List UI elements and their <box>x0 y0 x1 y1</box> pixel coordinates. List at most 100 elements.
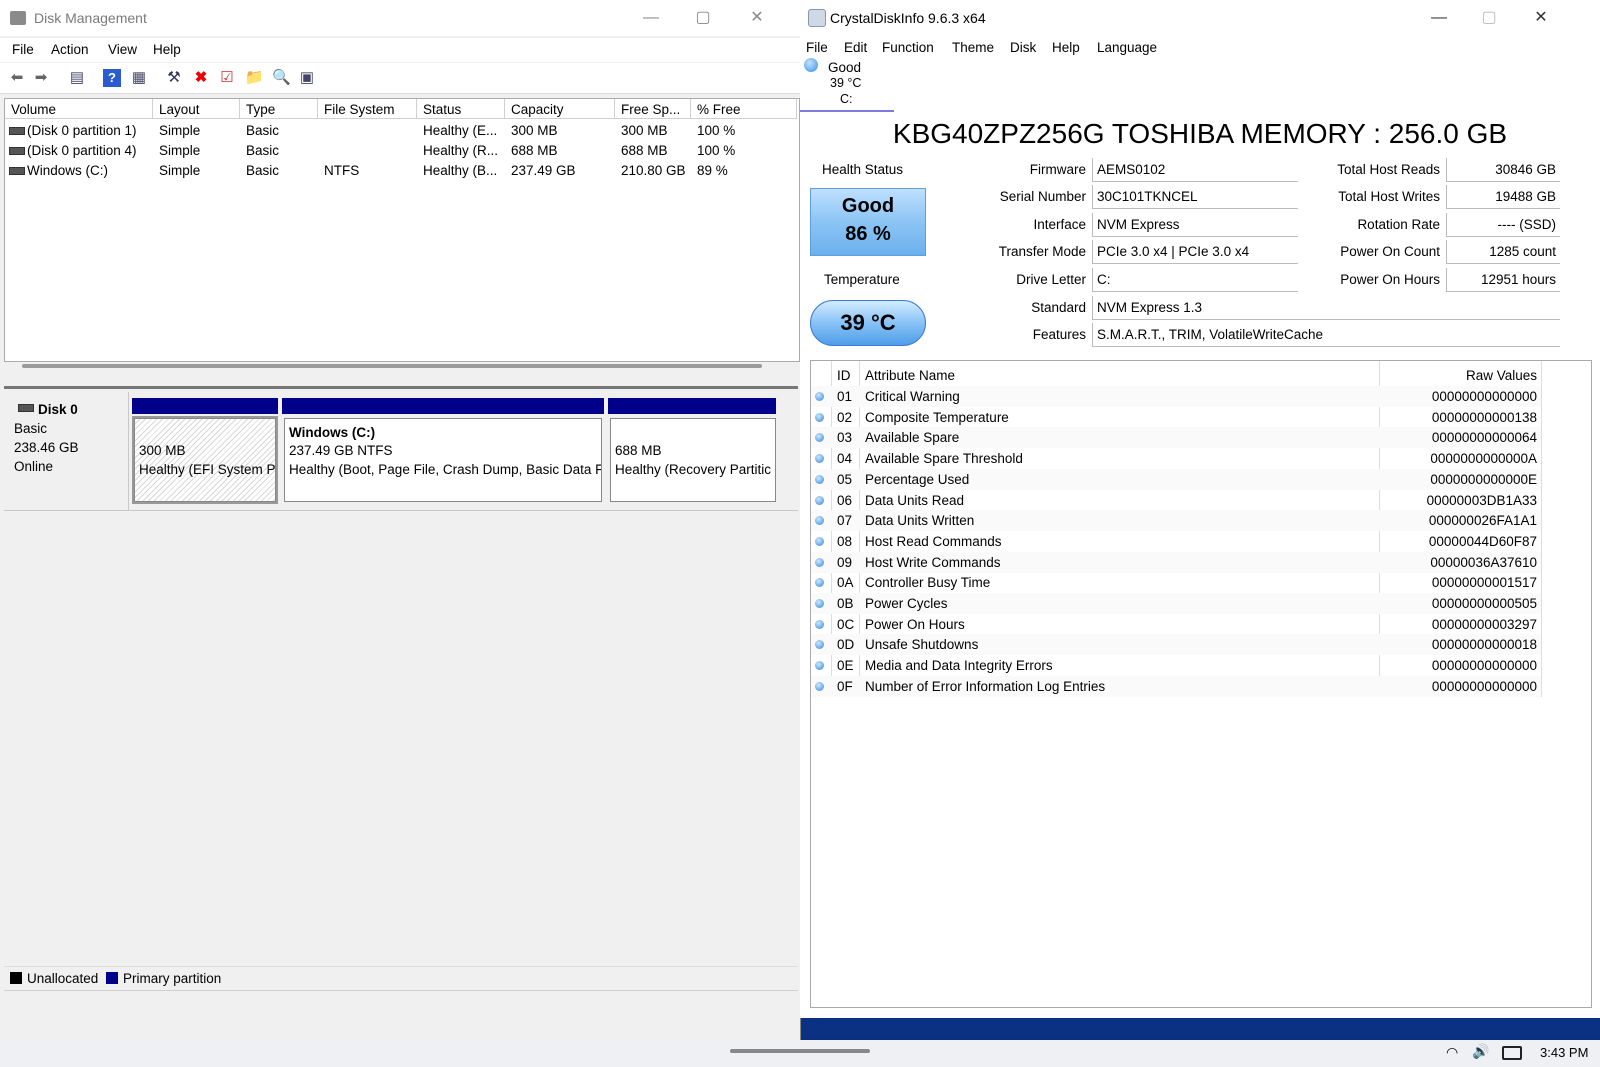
cdi-menu-help[interactable]: Help <box>1052 40 1080 55</box>
table-row[interactable]: 01 Critical Warning 00000000000000 <box>811 386 1541 407</box>
row-percent-free: 100 % <box>697 123 736 138</box>
dm-minimize-button[interactable]: — <box>628 4 674 32</box>
col-file-system[interactable]: File System <box>318 99 417 119</box>
snap-layout-handle[interactable] <box>730 1049 870 1053</box>
cdi-menu-theme[interactable]: Theme <box>952 40 994 55</box>
table-row[interactable]: 04 Available Spare Threshold 0000000000000… <box>811 448 1541 469</box>
help-icon[interactable]: ? <box>103 69 121 87</box>
partition-recovery[interactable]: 688 MB Healthy (Recovery Partitic <box>610 418 776 502</box>
cdi-minimize-button[interactable]: — <box>1416 4 1462 32</box>
partition-color-bar <box>282 398 604 414</box>
folder-up-icon[interactable]: 📁 <box>245 69 264 87</box>
table-row[interactable]: 06 Data Units Read 00000003DB1A33 <box>811 490 1541 511</box>
horizontal-scrollbar[interactable] <box>22 364 762 368</box>
pane-splitter[interactable] <box>4 386 798 389</box>
table-row[interactable]: 0B Power Cycles 00000000000505 <box>811 593 1541 614</box>
health-status-indicator[interactable]: Good 86 % <box>810 188 926 256</box>
checklist-icon[interactable]: ☑ <box>218 69 236 87</box>
drive-letter-label: Drive Letter <box>1016 272 1086 287</box>
smart-name: Controller Busy Time <box>865 575 991 591</box>
table-row[interactable]: 03 Available Spare 00000000000064 <box>811 427 1541 449</box>
temperature-indicator[interactable]: 39 °C <box>810 300 926 346</box>
cdi-menubar: File Edit Function Theme Disk Help Langu… <box>800 36 1600 58</box>
partition-status: Healthy (Recovery Partitic <box>615 462 772 477</box>
table-row[interactable]: 0E Media and Data Integrity Errors 0000000… <box>811 655 1541 676</box>
dm-menubar: File Action View Help <box>0 38 800 62</box>
dm-titlebar[interactable]: Disk Management — ▢ ✕ <box>0 0 800 36</box>
power-on-hours-value: 12951 hours <box>1446 268 1560 292</box>
col-capacity[interactable]: Capacity <box>505 99 615 119</box>
folder-search-icon[interactable]: 🔍 <box>272 69 291 87</box>
col-status[interactable]: Status <box>417 99 505 119</box>
cdi-menu-language[interactable]: Language <box>1097 40 1157 55</box>
connect-drive-icon[interactable]: ⚒ <box>165 69 183 87</box>
rotation-rate-value: ---- (SSD) <box>1446 213 1560 237</box>
cdi-menu-function[interactable]: Function <box>882 40 934 55</box>
disk-management-app-icon <box>10 11 26 25</box>
smart-status-dot-icon <box>815 536 824 546</box>
health-status-dot-icon <box>804 58 818 72</box>
dm-close-button[interactable]: ✕ <box>734 4 780 32</box>
total-host-writes-label: Total Host Writes <box>1338 189 1440 204</box>
smart-col-raw[interactable]: Raw Values <box>1381 365 1537 386</box>
forward-arrow-icon[interactable]: ➡ <box>32 69 50 87</box>
col-volume[interactable]: Volume <box>5 99 153 119</box>
cdi-menu-file[interactable]: File <box>806 40 828 55</box>
smart-header-row: ID Attribute Name Raw Values <box>811 365 1541 386</box>
wifi-icon[interactable]: ◠ <box>1446 1044 1458 1061</box>
properties-list-icon[interactable]: ▦ <box>130 69 148 87</box>
table-row[interactable]: 05 Percentage Used 0000000000000E <box>811 468 1541 490</box>
back-arrow-icon[interactable]: ⬅ <box>8 69 26 87</box>
delete-icon[interactable]: ✖ <box>192 69 210 87</box>
dm-menu-help[interactable]: Help <box>153 42 181 57</box>
battery-icon[interactable] <box>1502 1046 1522 1060</box>
table-row[interactable]: 07 Data Units Written 000000026FA1A1 <box>811 510 1541 532</box>
partition-windows[interactable]: Windows (C:) 237.49 GB NTFS Healthy (Boo… <box>284 418 602 502</box>
smart-status-dot-icon <box>815 516 824 526</box>
table-row[interactable]: 0C Power On Hours 00000000003297 <box>811 614 1541 635</box>
table-row[interactable]: (Disk 0 partition 1) Simple Basic Health… <box>5 121 797 141</box>
volume-list[interactable]: Volume Layout Type File System Status Ca… <box>4 98 800 362</box>
row-type: Basic <box>246 143 280 158</box>
col-free-space[interactable]: Free Sp... <box>615 99 691 119</box>
smart-name: Unsafe Shutdowns <box>865 637 979 653</box>
speaker-icon[interactable]: 🔊 <box>1472 1043 1489 1060</box>
smart-name: Host Write Commands <box>865 554 1001 570</box>
dm-menu-action[interactable]: Action <box>51 42 89 57</box>
smart-status-dot-icon <box>815 454 824 464</box>
console-tree-icon[interactable]: ▤ <box>68 69 86 87</box>
cdi-maximize-button[interactable]: ▢ <box>1466 4 1512 32</box>
partition-size: 237.49 GB NTFS <box>289 443 393 458</box>
dm-menu-view[interactable]: View <box>108 42 137 57</box>
col-layout[interactable]: Layout <box>153 99 240 119</box>
table-row[interactable]: 0A Controller Busy Time 00000000001517 <box>811 572 1541 593</box>
col-percent-free[interactable]: % Free <box>691 99 797 119</box>
features-label: Features <box>1032 327 1086 342</box>
smart-raw: 00000036A37610 <box>1430 554 1537 570</box>
table-row[interactable]: (Disk 0 partition 4) Simple Basic Health… <box>5 141 797 161</box>
disk-tab-status: Good <box>828 60 862 75</box>
table-row[interactable]: Windows (C:) Simple Basic NTFS Healthy (… <box>5 161 797 181</box>
col-type[interactable]: Type <box>240 99 318 119</box>
smart-status-dot-icon <box>815 392 824 401</box>
cdi-menu-disk[interactable]: Disk <box>1010 40 1036 55</box>
smart-col-name[interactable]: Attribute Name <box>865 365 955 386</box>
dm-maximize-button[interactable]: ▢ <box>680 4 726 32</box>
smart-raw: 00000000000018 <box>1431 637 1537 653</box>
settings-panel-icon[interactable]: ▣ <box>298 69 316 87</box>
cdi-menu-edit[interactable]: Edit <box>844 40 867 55</box>
row-free-space: 688 MB <box>621 143 668 158</box>
table-row[interactable]: 0D Unsafe Shutdowns 00000000000018 <box>811 634 1541 656</box>
dm-menu-file[interactable]: File <box>12 42 34 57</box>
smart-col-id[interactable]: ID <box>837 365 851 386</box>
clock-time[interactable]: 3:43 PM <box>1540 1045 1588 1060</box>
cdi-close-button[interactable]: ✕ <box>1518 4 1564 32</box>
disk-info-panel[interactable]: Disk 0 Basic 238.46 GB Online <box>6 392 129 511</box>
smart-attribute-table[interactable]: ID Attribute Name Raw Values 01 Critical … <box>810 360 1592 1008</box>
partition-efi[interactable]: 300 MB Healthy (EFI System P <box>132 416 278 504</box>
table-row[interactable]: 0F Number of Error Information Log Entrie… <box>811 675 1541 697</box>
table-row[interactable]: 02 Composite Temperature 00000000000138 <box>811 407 1541 428</box>
row-type: Basic <box>246 163 280 178</box>
table-row[interactable]: 09 Host Write Commands 00000036A37610 <box>811 551 1541 573</box>
table-row[interactable]: 08 Host Read Commands 00000044D60F87 <box>811 531 1541 552</box>
